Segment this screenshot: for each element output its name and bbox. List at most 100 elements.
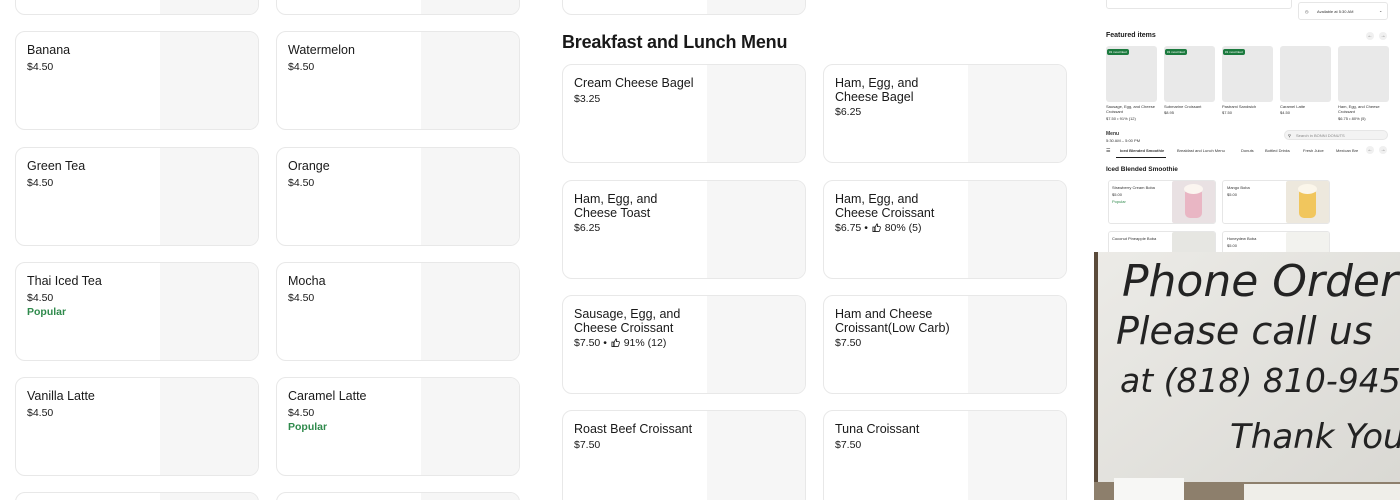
featured-price: $6.75 • 80% (5)	[1338, 116, 1366, 121]
featured-price: $8.95	[1164, 110, 1175, 115]
item-image-placeholder	[421, 263, 519, 360]
item-price: $4.50	[27, 292, 54, 304]
item-price: $4.50	[288, 407, 315, 419]
menu-card[interactable]: Sausage, Egg, and Cheese Croissant $7.50…	[562, 295, 806, 394]
tab-donuts[interactable]: Donuts	[1241, 148, 1254, 153]
frame-edge	[1094, 252, 1098, 500]
chevron-down-icon: ⌄	[1379, 8, 1383, 13]
smoothie-image	[1286, 232, 1329, 252]
clock-icon: ◷	[1305, 9, 1309, 14]
menu-card[interactable]: Ham, Egg, and Cheese Croissant $6.75 • 8…	[823, 180, 1067, 279]
item-image-placeholder	[968, 65, 1066, 162]
arrow-right-icon[interactable]: →	[1379, 32, 1387, 40]
menu-card[interactable]: Cream Cheese Bagel $3.25	[562, 64, 806, 163]
item-image-placeholder	[160, 32, 258, 129]
search-icon: ⚲	[1288, 133, 1291, 138]
drink-cup-shape	[1185, 191, 1202, 218]
whipped-cream-shape	[1298, 184, 1317, 194]
subsection-title: Iced Blended Smoothie	[1106, 166, 1178, 173]
item-name: Watermelon	[288, 43, 355, 57]
item-image-placeholder	[160, 263, 258, 360]
featured-price: $4.50	[1280, 110, 1291, 115]
item-name: Cream Cheese Bagel	[574, 76, 694, 90]
item-price: $4.50	[27, 61, 54, 73]
menu-label: Menu	[1106, 131, 1120, 137]
section-title: Breakfast and Lunch Menu	[562, 32, 788, 52]
popular-badge: Popular	[1112, 199, 1126, 204]
item-image-placeholder	[421, 378, 519, 475]
item-name: Ham, Egg, and Cheese Bagel	[835, 76, 919, 104]
tab-mexican[interactable]: Mexican Bre	[1336, 148, 1358, 153]
sign-line-1: Phone Order	[1122, 256, 1400, 307]
popular-badge: Popular	[27, 306, 67, 318]
availability-text: Available at 5:30 AM	[1317, 9, 1354, 14]
smoothie-price: $5.00	[1112, 192, 1123, 197]
menu-card[interactable]: Ham, Egg, and Cheese Toast $6.25	[562, 180, 806, 279]
menu-card[interactable]: Vanilla Latte $4.50	[15, 377, 259, 476]
menu-card[interactable]: Thai Iced Tea $4.50 Popular	[15, 262, 259, 361]
arrow-left-icon[interactable]: ←	[1366, 32, 1374, 40]
tab-bottled-drinks[interactable]: Bottled Drinks	[1265, 148, 1290, 153]
item-name: Vanilla Latte	[27, 389, 95, 403]
menu-card[interactable]: Roast Beef Croissant $7.50	[562, 410, 806, 500]
item-price: $6.25	[574, 222, 601, 234]
menu-card-partial[interactable]	[15, 492, 259, 500]
featured-image[interactable]	[1280, 46, 1331, 102]
most-liked-badge: #1 most liked	[1107, 49, 1129, 55]
item-price: $4.50	[27, 407, 54, 419]
paper-stack	[1244, 484, 1400, 500]
arrow-left-icon[interactable]: ←	[1366, 146, 1374, 154]
item-image-placeholder	[421, 32, 519, 129]
item-image-placeholder	[421, 493, 519, 500]
menu-card[interactable]: Green Tea $4.50	[15, 147, 259, 246]
item-image-placeholder	[968, 296, 1066, 393]
item-rating: 91% (12)	[623, 337, 667, 349]
availability-dropdown[interactable]: ◷ Available at 5:30 AM ⌄	[1298, 2, 1388, 20]
featured-name: Ham, Egg, and Cheese Croissant	[1338, 104, 1380, 114]
item-price: $4.50	[27, 177, 54, 189]
item-name: Tuna Croissant	[835, 422, 920, 436]
item-price: $6.75 • 80% (5)	[835, 222, 921, 234]
item-image-placeholder	[421, 148, 519, 245]
item-image-placeholder	[160, 378, 258, 475]
menu-card[interactable]: Tuna Croissant $7.50	[823, 410, 1067, 500]
menu-card[interactable]: Caramel Latte $4.50 Popular	[276, 377, 520, 476]
sign-line-4: Thank You!!	[1230, 417, 1400, 457]
tab-iced-blended[interactable]: Iced Blended Smoothie	[1120, 148, 1164, 153]
featured-image[interactable]	[1338, 46, 1389, 102]
smoothie-image	[1172, 232, 1215, 252]
smoothie-name: Honeydew Boba	[1227, 236, 1257, 241]
menu-card-partial[interactable]	[276, 492, 520, 500]
featured-price: $7.50 • 91% (12)	[1106, 116, 1136, 121]
search-placeholder: Search in BONNI DONUTS	[1296, 133, 1345, 138]
item-image-placeholder	[160, 0, 258, 14]
preview-header-box	[1106, 0, 1292, 9]
tab-fresh-juice[interactable]: Fresh Juice	[1303, 148, 1324, 153]
item-name: Banana	[27, 43, 71, 57]
menu-card[interactable]: Watermelon $4.50	[276, 31, 520, 130]
item-name: Orange	[288, 159, 330, 173]
featured-name: Sausage, Egg, and Cheese Croissant	[1106, 104, 1155, 114]
menu-card[interactable]: Ham and Cheese Croissant(Low Carb) $7.50	[823, 295, 1067, 394]
smoothie-price: $5.00	[1227, 192, 1238, 197]
sign-line-2: Please call us	[1116, 309, 1373, 353]
menu-card-partial[interactable]	[276, 0, 520, 15]
menu-card[interactable]: Banana $4.50	[15, 31, 259, 130]
item-image-placeholder	[968, 411, 1066, 500]
item-name: Caramel Latte	[288, 389, 367, 403]
active-tab-underline	[1116, 157, 1166, 158]
menu-card[interactable]: Orange $4.50	[276, 147, 520, 246]
whipped-cream-shape	[1184, 184, 1203, 194]
menu-card[interactable]: Ham, Egg, and Cheese Bagel $6.25	[823, 64, 1067, 163]
sign-photo-svg: Phone Order Please call us at (818) 810-…	[1094, 252, 1400, 500]
thumbs-up-icon	[611, 338, 620, 347]
menu-card-partial[interactable]	[15, 0, 259, 15]
menu-card[interactable]: Mocha $4.50	[276, 262, 520, 361]
menu-card-partial[interactable]	[562, 0, 806, 15]
item-name: Mocha	[288, 274, 326, 288]
thumbs-up-icon	[872, 223, 881, 232]
menu-search-input[interactable]: ⚲ Search in BONNI DONUTS	[1284, 130, 1388, 140]
arrow-right-icon[interactable]: →	[1379, 146, 1387, 154]
menu-list-icon[interactable]: ☰	[1106, 148, 1110, 154]
tab-breakfast[interactable]: Breakfast and Lunch Menu	[1177, 148, 1225, 153]
